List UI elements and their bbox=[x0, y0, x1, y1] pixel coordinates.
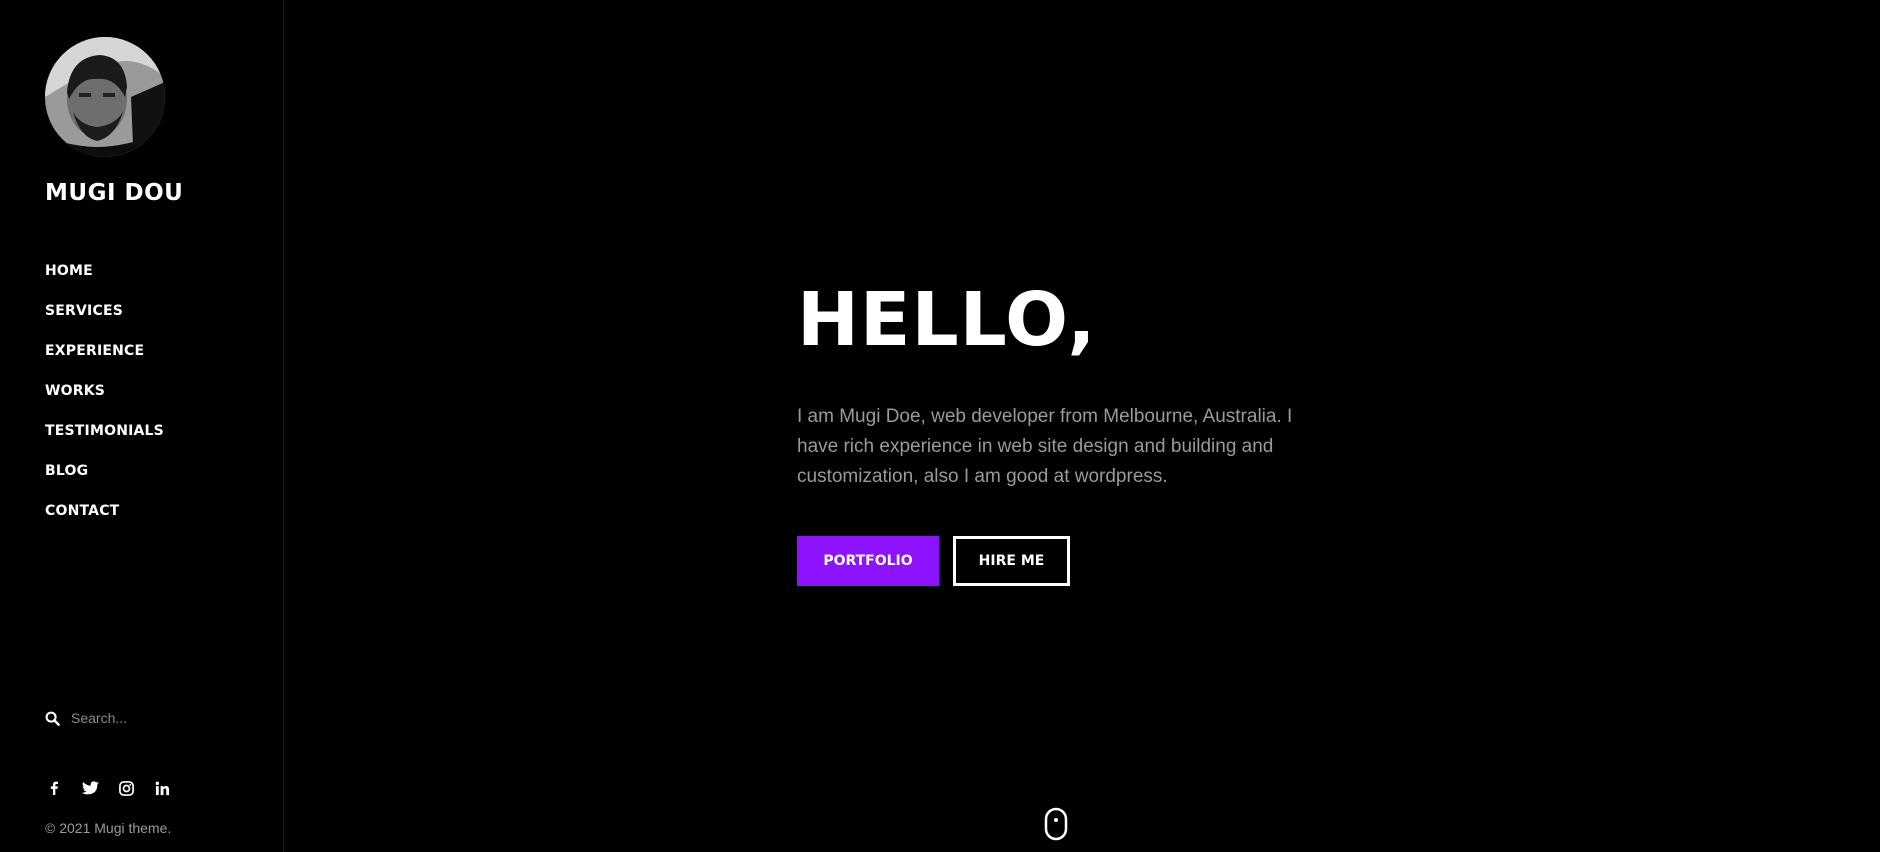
hero-heading: HELLO, bbox=[797, 277, 1097, 363]
nav-item-testimonials: TESTIMONIALS bbox=[45, 419, 164, 459]
nav-item-services: SERVICES bbox=[45, 299, 164, 339]
hire-me-button[interactable]: HIRE ME bbox=[953, 536, 1070, 586]
brand-name[interactable]: MUGI DOU bbox=[45, 180, 183, 206]
linkedin-icon[interactable] bbox=[153, 779, 171, 797]
search-icon[interactable] bbox=[45, 711, 60, 726]
nav-item-contact: CONTACT bbox=[45, 499, 164, 539]
portfolio-button[interactable]: PORTFOLIO bbox=[797, 536, 939, 586]
nav-item-experience: EXPERIENCE bbox=[45, 339, 164, 379]
nav-link-services[interactable]: SERVICES bbox=[45, 303, 123, 319]
nav-link-blog[interactable]: BLOG bbox=[45, 463, 88, 479]
nav-item-works: WORKS bbox=[45, 379, 164, 419]
facebook-icon[interactable] bbox=[45, 779, 63, 797]
nav-link-home[interactable]: HOME bbox=[45, 263, 93, 279]
search-input[interactable] bbox=[71, 710, 231, 726]
nav-link-contact[interactable]: CONTACT bbox=[45, 503, 119, 519]
hero-intro: I am Mugi Doe, web developer from Melbou… bbox=[797, 406, 1293, 487]
sidebar: MUGI DOU HOME SERVICES EXPERIENCE WORKS … bbox=[0, 0, 284, 852]
hero-content: HELLO, I am Mugi Doe, web developer from… bbox=[797, 280, 1337, 492]
nav-link-experience[interactable]: EXPERIENCE bbox=[45, 343, 144, 359]
instagram-icon[interactable] bbox=[117, 779, 135, 797]
avatar[interactable] bbox=[45, 37, 165, 157]
scroll-down-icon[interactable] bbox=[1044, 807, 1068, 841]
nav-link-testimonials[interactable]: TESTIMONIALS bbox=[45, 423, 164, 439]
main-nav: HOME SERVICES EXPERIENCE WORKS TESTIMONI… bbox=[45, 259, 164, 539]
twitter-icon[interactable] bbox=[81, 779, 99, 797]
nav-link-works[interactable]: WORKS bbox=[45, 383, 105, 399]
search-box bbox=[45, 710, 245, 726]
hero-buttons: PORTFOLIO HIRE ME bbox=[797, 536, 1070, 586]
nav-item-home: HOME bbox=[45, 259, 164, 299]
nav-item-blog: BLOG bbox=[45, 459, 164, 499]
copyright-text: © 2021 Mugi theme. bbox=[45, 820, 172, 836]
avatar-portrait bbox=[45, 37, 165, 157]
social-links bbox=[45, 779, 171, 797]
